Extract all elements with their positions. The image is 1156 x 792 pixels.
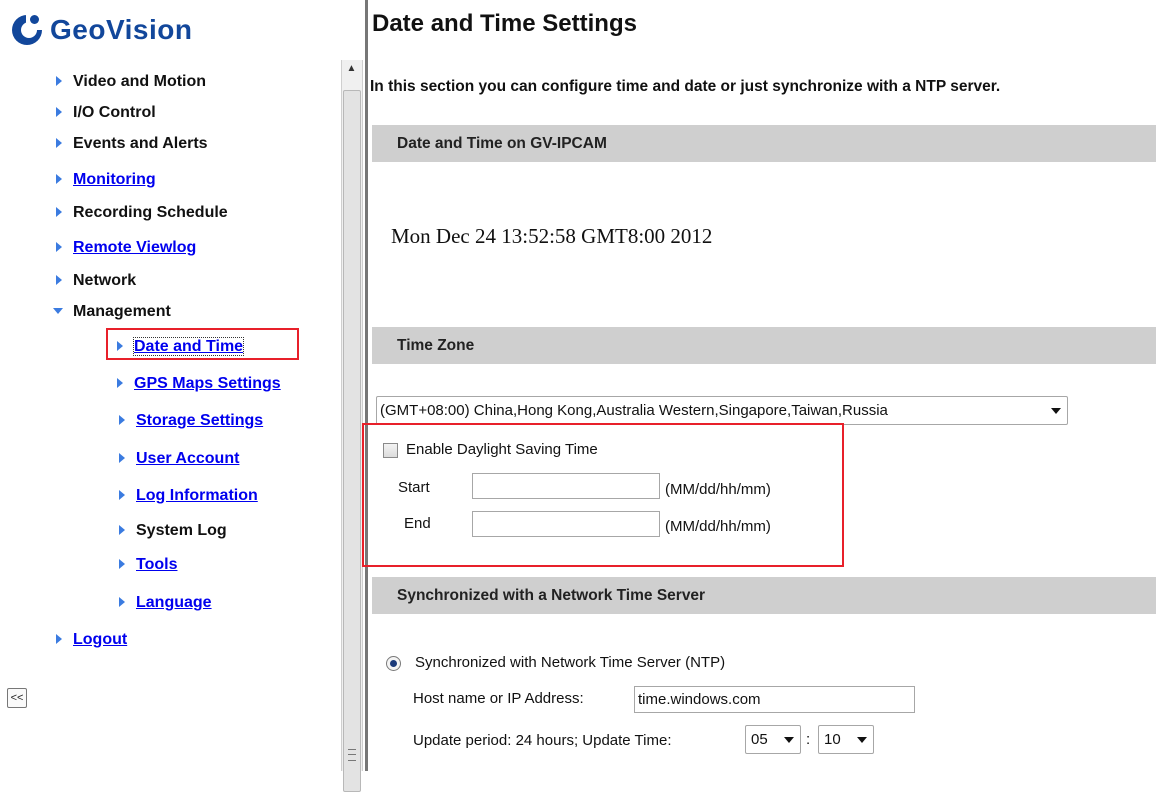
sidebar-item-events-and-alerts[interactable]: Events and Alerts — [56, 135, 208, 153]
sidebar-scrollbar[interactable]: ▲ — [341, 60, 363, 792]
sidebar-item-language[interactable]: Language — [119, 594, 212, 612]
arrow-right-icon — [56, 207, 62, 217]
ntp-radio[interactable] — [386, 656, 401, 671]
intro-text: In this section you can configure time a… — [370, 78, 1001, 95]
sidebar-item-io-control[interactable]: I/O Control — [56, 104, 156, 122]
dst-label: Enable Daylight Saving Time — [406, 441, 598, 458]
highlight-date-and-time — [106, 328, 299, 360]
sidebar-item-video-and-motion[interactable]: Video and Motion — [56, 73, 206, 91]
chevron-down-icon — [784, 736, 794, 743]
collapse-sidebar-button[interactable]: << — [7, 688, 27, 708]
sidebar-item-monitoring[interactable]: Monitoring — [56, 171, 156, 189]
dst-checkbox[interactable] — [383, 443, 398, 458]
sidebar-item-user-account[interactable]: User Account — [119, 450, 239, 468]
update-minute-select[interactable]: 10 — [818, 725, 874, 754]
update-hour-select[interactable]: 05 — [745, 725, 801, 754]
sidebar-item-remote-viewlog[interactable]: Remote Viewlog — [56, 239, 196, 257]
current-datetime: Mon Dec 24 13:52:58 GMT8:00 2012 — [391, 224, 713, 248]
arrow-right-icon — [56, 76, 62, 86]
dst-start-input[interactable] — [472, 473, 660, 499]
chevron-down-icon — [1051, 407, 1061, 414]
sidebar-item-network[interactable]: Network — [56, 272, 136, 290]
dst-end-input[interactable] — [472, 511, 660, 537]
arrow-right-icon — [56, 275, 62, 285]
arrow-right-icon — [56, 174, 62, 184]
arrow-right-icon — [119, 453, 125, 463]
end-label: End — [404, 515, 431, 532]
start-format-hint: (MM/dd/hh/mm) — [665, 481, 771, 498]
scroll-thumb[interactable] — [343, 90, 361, 792]
arrow-right-icon — [117, 378, 123, 388]
time-separator: : — [806, 731, 811, 748]
host-label: Host name or IP Address: — [413, 690, 584, 707]
timezone-select[interactable]: (GMT+08:00) China,Hong Kong,Australia We… — [376, 396, 1068, 425]
end-format-hint: (MM/dd/hh/mm) — [665, 518, 771, 535]
arrow-right-icon — [119, 415, 125, 425]
arrow-right-icon — [119, 597, 125, 607]
sidebar-item-system-log[interactable]: System Log — [119, 522, 227, 540]
geovision-logo: GeoVision — [12, 10, 192, 50]
arrow-right-icon — [56, 634, 62, 644]
section-header-ntp: Synchronized with a Network Time Server — [372, 577, 1156, 614]
arrow-right-icon — [56, 138, 62, 148]
arrow-right-icon — [56, 242, 62, 252]
sidebar-item-log-information[interactable]: Log Information — [119, 487, 258, 505]
ntp-option-label: Synchronized with Network Time Server (N… — [415, 654, 726, 671]
host-input[interactable]: time.windows.com — [634, 686, 915, 713]
page-title: Date and Time Settings — [372, 10, 637, 37]
sidebar-item-management[interactable]: Management — [53, 303, 171, 321]
section-header-current-time: Date and Time on GV-IPCAM — [372, 125, 1156, 162]
sidebar: GeoVision Video and Motion I/O Control E… — [0, 0, 345, 771]
sidebar-item-gps-maps-settings[interactable]: GPS Maps Settings — [117, 375, 281, 393]
sidebar-item-storage-settings[interactable]: Storage Settings — [119, 412, 263, 430]
geovision-logo-icon — [12, 15, 44, 45]
arrow-right-icon — [119, 525, 125, 535]
arrow-right-icon — [119, 490, 125, 500]
section-header-time-zone: Time Zone — [372, 327, 1156, 364]
update-label: Update period: 24 hours; Update Time: — [413, 732, 672, 749]
logo-text: GeoVision — [50, 14, 193, 45]
sidebar-item-tools[interactable]: Tools — [119, 556, 177, 574]
arrow-right-icon — [119, 559, 125, 569]
main-content: Date and Time Settings In this section y… — [362, 0, 1156, 771]
scroll-up-icon[interactable]: ▲ — [343, 60, 360, 77]
grip-icon — [348, 749, 356, 761]
start-label: Start — [398, 479, 430, 496]
arrow-down-icon — [53, 308, 63, 314]
chevron-down-icon — [857, 736, 867, 743]
sidebar-item-logout[interactable]: Logout — [56, 631, 127, 649]
arrow-right-icon — [56, 107, 62, 117]
sidebar-item-recording-schedule[interactable]: Recording Schedule — [56, 204, 228, 222]
